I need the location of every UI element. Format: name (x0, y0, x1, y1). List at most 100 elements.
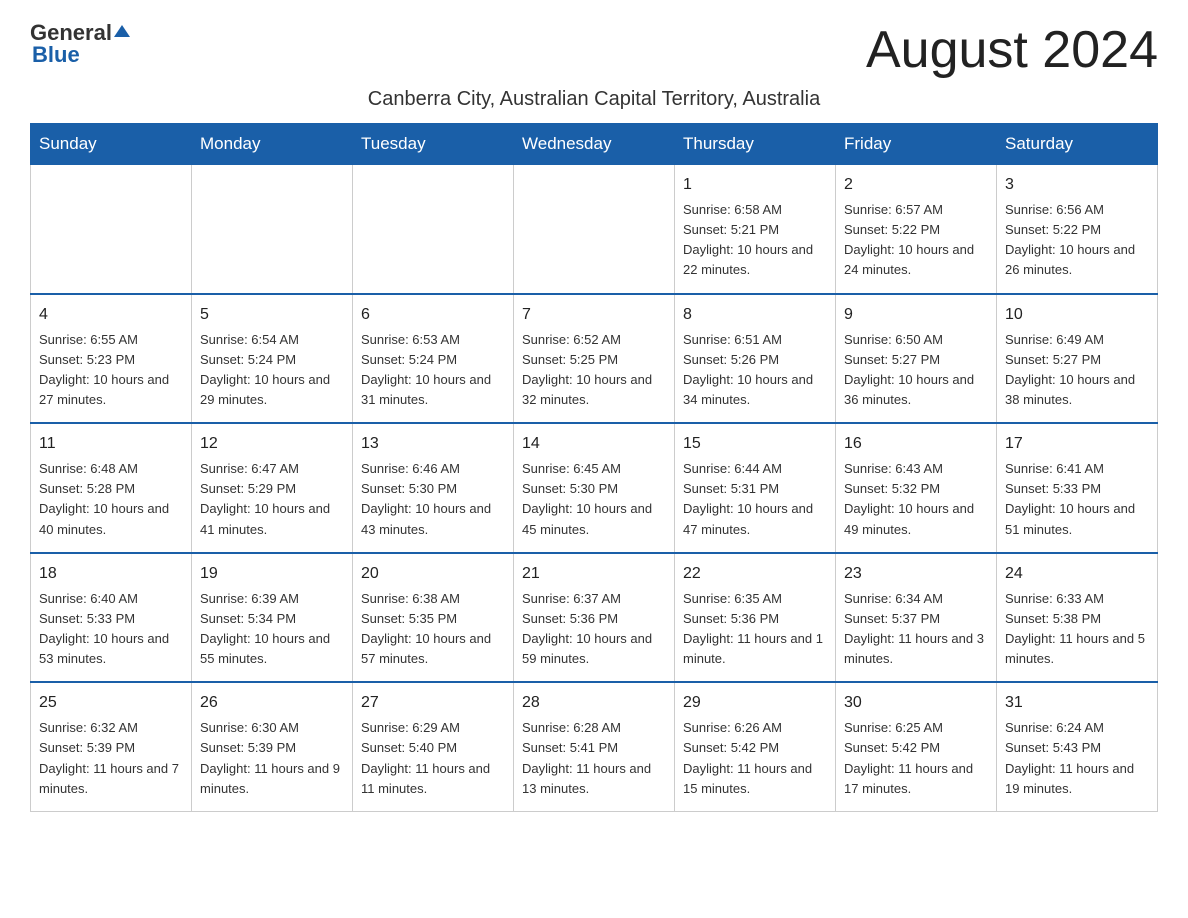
day-number: 4 (39, 303, 183, 327)
location-subtitle: Canberra City, Australian Capital Territ… (30, 88, 1158, 111)
day-number: 18 (39, 562, 183, 586)
calendar-cell: 22 Sunrise: 6:35 AMSunset: 5:36 PMDayligh… (675, 553, 836, 683)
calendar-week-row: 11 Sunrise: 6:48 AMSunset: 5:28 PMDayligh… (31, 423, 1158, 553)
day-info: Sunrise: 6:55 AMSunset: 5:23 PMDaylight:… (39, 330, 183, 411)
day-info: Sunrise: 6:29 AMSunset: 5:40 PMDaylight:… (361, 718, 505, 799)
day-info: Sunrise: 6:51 AMSunset: 5:26 PMDaylight:… (683, 330, 827, 411)
day-number: 12 (200, 432, 344, 456)
day-number: 5 (200, 303, 344, 327)
calendar-cell: 19 Sunrise: 6:39 AMSunset: 5:34 PMDayligh… (192, 553, 353, 683)
day-info: Sunrise: 6:49 AMSunset: 5:27 PMDaylight:… (1005, 330, 1149, 411)
calendar-header-row: SundayMondayTuesdayWednesdayThursdayFrid… (31, 124, 1158, 165)
day-info: Sunrise: 6:26 AMSunset: 5:42 PMDaylight:… (683, 718, 827, 799)
calendar-week-row: 25 Sunrise: 6:32 AMSunset: 5:39 PMDayligh… (31, 682, 1158, 811)
calendar-week-row: 18 Sunrise: 6:40 AMSunset: 5:33 PMDayligh… (31, 553, 1158, 683)
calendar-cell: 30Sunrise: 6:25 AMSunset: 5:42 PMDayligh… (836, 682, 997, 811)
day-number: 29 (683, 691, 827, 715)
day-info: Sunrise: 6:24 AMSunset: 5:43 PMDaylight:… (1005, 718, 1149, 799)
calendar-cell: 6 Sunrise: 6:53 AMSunset: 5:24 PMDaylight… (353, 294, 514, 424)
day-number: 3 (1005, 173, 1149, 197)
day-number: 27 (361, 691, 505, 715)
calendar-cell: 9 Sunrise: 6:50 AMSunset: 5:27 PMDaylight… (836, 294, 997, 424)
calendar-cell: 8 Sunrise: 6:51 AMSunset: 5:26 PMDaylight… (675, 294, 836, 424)
calendar-cell: 20Sunrise: 6:38 AMSunset: 5:35 PMDayligh… (353, 553, 514, 683)
day-number: 7 (522, 303, 666, 327)
day-info: Sunrise: 6:37 AMSunset: 5:36 PMDaylight:… (522, 589, 666, 670)
calendar-cell (31, 165, 192, 294)
day-number: 17 (1005, 432, 1149, 456)
column-header-thursday: Thursday (675, 124, 836, 165)
day-info: Sunrise: 6:35 AMSunset: 5:36 PMDaylight:… (683, 589, 827, 670)
day-number: 11 (39, 432, 183, 456)
day-info: Sunrise: 6:56 AMSunset: 5:22 PMDaylight:… (1005, 200, 1149, 281)
calendar-cell: 11 Sunrise: 6:48 AMSunset: 5:28 PMDayligh… (31, 423, 192, 553)
calendar-cell: 31 Sunrise: 6:24 AMSunset: 5:43 PMDayligh… (997, 682, 1158, 811)
calendar-cell: 2 Sunrise: 6:57 AMSunset: 5:22 PMDaylight… (836, 165, 997, 294)
calendar-cell (353, 165, 514, 294)
calendar-cell: 26 Sunrise: 6:30 AMSunset: 5:39 PMDayligh… (192, 682, 353, 811)
day-info: Sunrise: 6:52 AMSunset: 5:25 PMDaylight:… (522, 330, 666, 411)
logo: General Blue (30, 20, 130, 68)
day-number: 23 (844, 562, 988, 586)
day-info: Sunrise: 6:38 AMSunset: 5:35 PMDaylight:… (361, 589, 505, 670)
calendar-cell: 5 Sunrise: 6:54 AMSunset: 5:24 PMDaylight… (192, 294, 353, 424)
calendar-cell: 25 Sunrise: 6:32 AMSunset: 5:39 PMDayligh… (31, 682, 192, 811)
day-number: 26 (200, 691, 344, 715)
calendar-cell: 23 Sunrise: 6:34 AMSunset: 5:37 PMDayligh… (836, 553, 997, 683)
day-info: Sunrise: 6:57 AMSunset: 5:22 PMDaylight:… (844, 200, 988, 281)
calendar-cell: 18 Sunrise: 6:40 AMSunset: 5:33 PMDayligh… (31, 553, 192, 683)
calendar-cell: 21 Sunrise: 6:37 AMSunset: 5:36 PMDayligh… (514, 553, 675, 683)
day-info: Sunrise: 6:47 AMSunset: 5:29 PMDaylight:… (200, 459, 344, 540)
day-info: Sunrise: 6:50 AMSunset: 5:27 PMDaylight:… (844, 330, 988, 411)
calendar-week-row: 4 Sunrise: 6:55 AMSunset: 5:23 PMDaylight… (31, 294, 1158, 424)
month-year-title: August 2024 (866, 20, 1158, 80)
day-info: Sunrise: 6:45 AMSunset: 5:30 PMDaylight:… (522, 459, 666, 540)
day-number: 22 (683, 562, 827, 586)
calendar-cell: 13 Sunrise: 6:46 AMSunset: 5:30 PMDayligh… (353, 423, 514, 553)
day-number: 13 (361, 432, 505, 456)
calendar-cell: 4 Sunrise: 6:55 AMSunset: 5:23 PMDaylight… (31, 294, 192, 424)
calendar-cell: 17 Sunrise: 6:41 AMSunset: 5:33 PMDayligh… (997, 423, 1158, 553)
day-number: 9 (844, 303, 988, 327)
calendar-cell: 3 Sunrise: 6:56 AMSunset: 5:22 PMDaylight… (997, 165, 1158, 294)
calendar-cell: 29 Sunrise: 6:26 AMSunset: 5:42 PMDayligh… (675, 682, 836, 811)
page-header: General Blue August 2024 (30, 20, 1158, 80)
column-header-wednesday: Wednesday (514, 124, 675, 165)
day-info: Sunrise: 6:41 AMSunset: 5:33 PMDaylight:… (1005, 459, 1149, 540)
day-number: 31 (1005, 691, 1149, 715)
calendar-cell: 1Sunrise: 6:58 AMSunset: 5:21 PMDaylight… (675, 165, 836, 294)
day-info: Sunrise: 6:43 AMSunset: 5:32 PMDaylight:… (844, 459, 988, 540)
calendar-cell: 10 Sunrise: 6:49 AMSunset: 5:27 PMDayligh… (997, 294, 1158, 424)
day-number: 21 (522, 562, 666, 586)
day-info: Sunrise: 6:46 AMSunset: 5:30 PMDaylight:… (361, 459, 505, 540)
calendar-cell: 24 Sunrise: 6:33 AMSunset: 5:38 PMDayligh… (997, 553, 1158, 683)
calendar-cell: 7 Sunrise: 6:52 AMSunset: 5:25 PMDaylight… (514, 294, 675, 424)
day-info: Sunrise: 6:40 AMSunset: 5:33 PMDaylight:… (39, 589, 183, 670)
day-number: 6 (361, 303, 505, 327)
day-info: Sunrise: 6:33 AMSunset: 5:38 PMDaylight:… (1005, 589, 1149, 670)
day-number: 8 (683, 303, 827, 327)
day-info: Sunrise: 6:28 AMSunset: 5:41 PMDaylight:… (522, 718, 666, 799)
day-info: Sunrise: 6:30 AMSunset: 5:39 PMDaylight:… (200, 718, 344, 799)
day-info: Sunrise: 6:48 AMSunset: 5:28 PMDaylight:… (39, 459, 183, 540)
day-number: 2 (844, 173, 988, 197)
day-info: Sunrise: 6:39 AMSunset: 5:34 PMDaylight:… (200, 589, 344, 670)
day-number: 19 (200, 562, 344, 586)
column-header-monday: Monday (192, 124, 353, 165)
day-info: Sunrise: 6:54 AMSunset: 5:24 PMDaylight:… (200, 330, 344, 411)
calendar-cell (192, 165, 353, 294)
day-number: 10 (1005, 303, 1149, 327)
calendar-week-row: 1Sunrise: 6:58 AMSunset: 5:21 PMDaylight… (31, 165, 1158, 294)
day-info: Sunrise: 6:32 AMSunset: 5:39 PMDaylight:… (39, 718, 183, 799)
day-number: 15 (683, 432, 827, 456)
calendar-cell: 12 Sunrise: 6:47 AMSunset: 5:29 PMDayligh… (192, 423, 353, 553)
day-number: 25 (39, 691, 183, 715)
day-info: Sunrise: 6:34 AMSunset: 5:37 PMDaylight:… (844, 589, 988, 670)
calendar-cell: 27 Sunrise: 6:29 AMSunset: 5:40 PMDayligh… (353, 682, 514, 811)
column-header-tuesday: Tuesday (353, 124, 514, 165)
day-number: 24 (1005, 562, 1149, 586)
day-info: Sunrise: 6:53 AMSunset: 5:24 PMDaylight:… (361, 330, 505, 411)
column-header-sunday: Sunday (31, 124, 192, 165)
day-info: Sunrise: 6:25 AMSunset: 5:42 PMDaylight:… (844, 718, 988, 799)
calendar-cell: 14Sunrise: 6:45 AMSunset: 5:30 PMDayligh… (514, 423, 675, 553)
